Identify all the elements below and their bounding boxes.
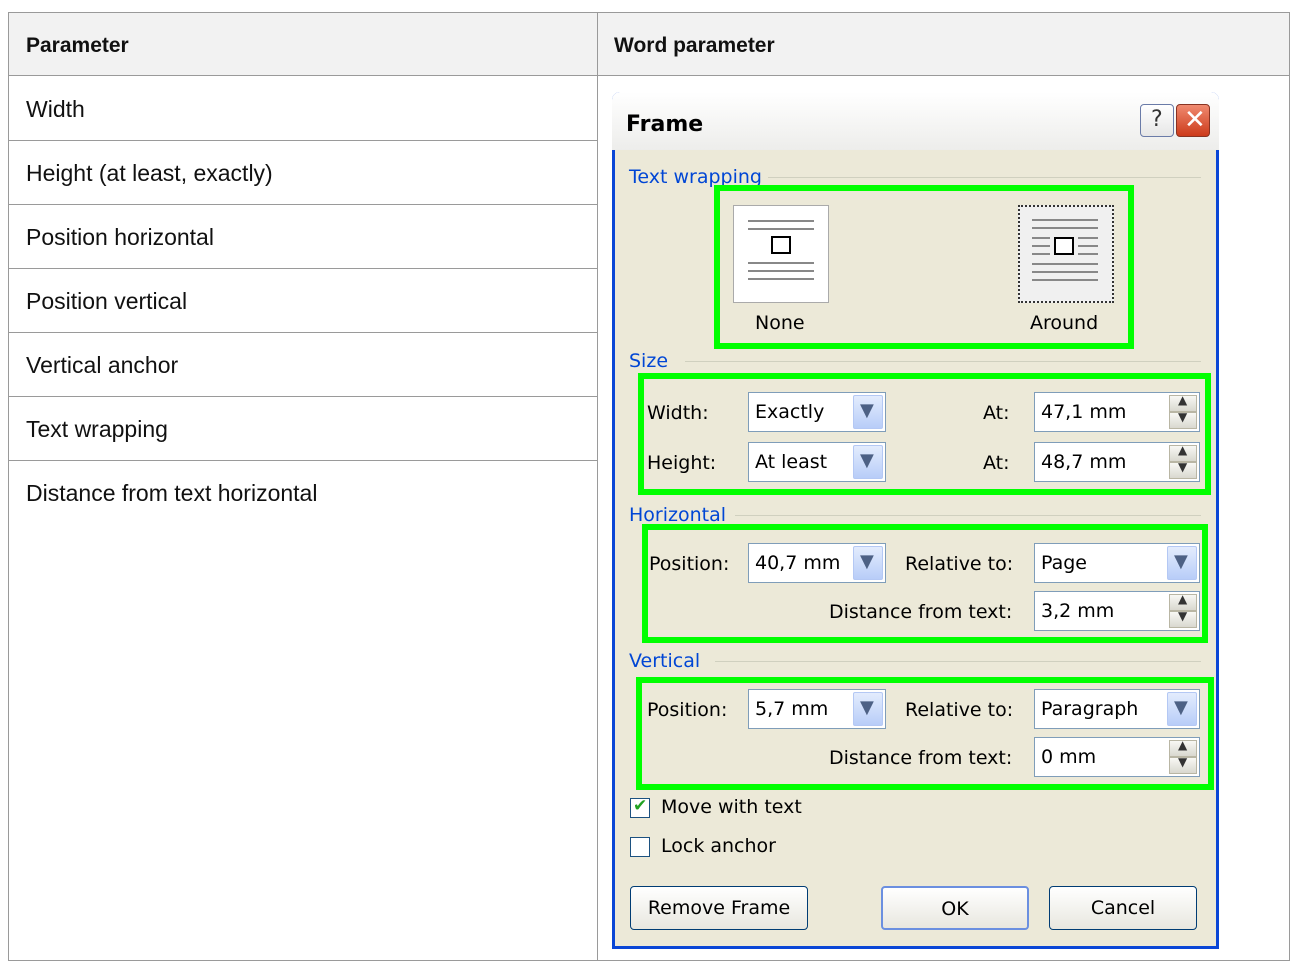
check-icon: ✔ <box>633 796 648 816</box>
lock-anchor-checkbox[interactable] <box>630 837 650 857</box>
row-label: Distance from text horizontal <box>26 480 318 506</box>
fieldset-line <box>715 661 1201 662</box>
lock-anchor-label: Lock anchor <box>661 835 776 857</box>
vertical-legend: Vertical <box>629 650 707 672</box>
highlight-vertical <box>636 677 1214 790</box>
fieldset-line <box>685 361 1201 362</box>
ok-button[interactable]: OK <box>881 886 1029 930</box>
dialog-title: Frame <box>626 112 704 137</box>
row-label: Height (at least, exactly) <box>26 160 273 186</box>
highlight-horizontal <box>642 524 1208 643</box>
highlight-size <box>638 373 1211 495</box>
dialog-titlebar[interactable]: Frame ? ✕ <box>612 92 1219 150</box>
fieldset-line <box>735 515 1201 516</box>
horizontal-legend: Horizontal <box>629 504 733 526</box>
remove-frame-button[interactable]: Remove Frame <box>630 886 808 930</box>
move-with-text-label: Move with text <box>661 796 802 818</box>
table-row <box>9 76 597 141</box>
cancel-label: Cancel <box>1090 897 1156 919</box>
fieldset-line <box>765 177 1201 178</box>
remove-frame-label: Remove Frame <box>647 897 791 919</box>
help-icon: ? <box>1151 107 1163 132</box>
highlight-text-wrapping <box>714 185 1134 349</box>
close-icon: ✕ <box>1184 105 1206 135</box>
row-label: Width <box>26 96 85 122</box>
row-label: Position horizontal <box>26 224 214 250</box>
header-word-parameter: Word parameter <box>614 34 775 57</box>
row-label: Position vertical <box>26 288 188 314</box>
help-button[interactable]: ? <box>1140 104 1174 137</box>
close-button[interactable]: ✕ <box>1176 104 1210 137</box>
size-legend: Size <box>629 350 675 372</box>
ok-label: OK <box>941 898 969 920</box>
header-parameter: Parameter <box>26 34 129 57</box>
column-divider <box>597 12 598 961</box>
move-with-text-checkbox[interactable]: ✔ <box>630 796 650 818</box>
row-label: Text wrapping <box>26 416 168 442</box>
row-label: Vertical anchor <box>26 352 179 378</box>
cancel-button[interactable]: Cancel <box>1049 886 1197 930</box>
